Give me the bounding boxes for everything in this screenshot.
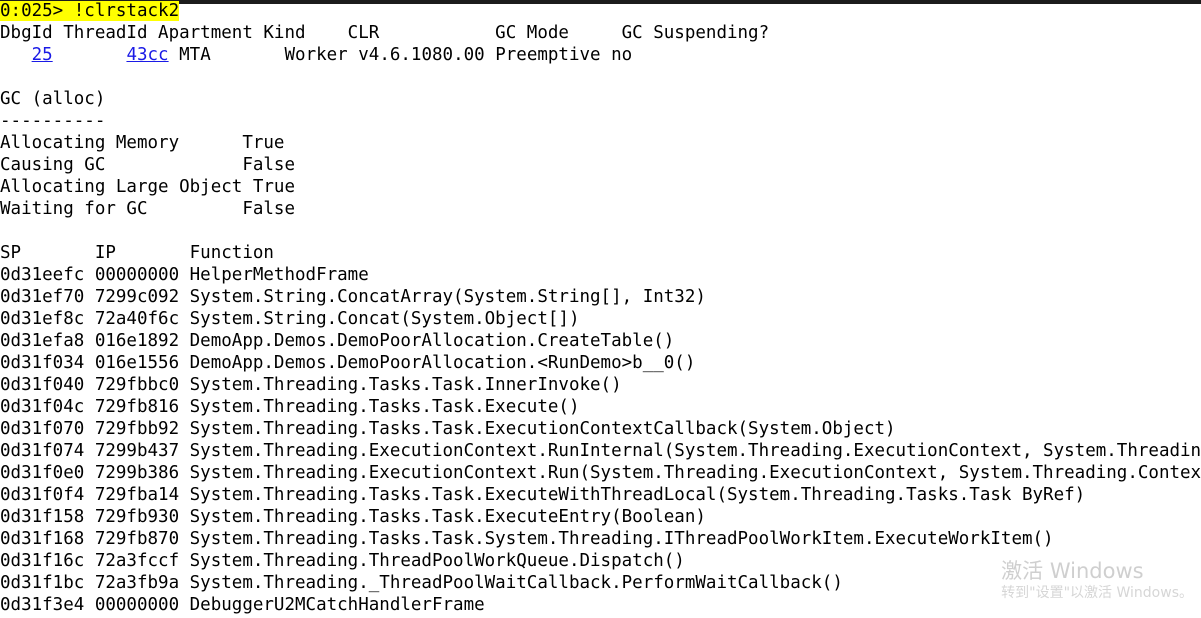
thread-row-gap bbox=[53, 45, 127, 65]
stack-frame-row: 0d31f1bc 72a3fb9a System.Threading._Thre… bbox=[0, 573, 843, 593]
stack-frame-row: 0d31f158 729fb930 System.Threading.Tasks… bbox=[0, 507, 706, 527]
thread-table-row: 25 43cc MTA Worker v4.6.1080.00 Preempti… bbox=[0, 44, 1201, 66]
stack-frame-row: 0d31f034 016e1556 DemoApp.Demos.DemoPoor… bbox=[0, 353, 696, 373]
stack-frame-row: 0d31f0f4 729fba14 System.Threading.Tasks… bbox=[0, 485, 1086, 505]
stack-frame-row: 0d31f040 729fbbc0 System.Threading.Tasks… bbox=[0, 375, 622, 395]
stack-frame-row: 0d31f3e4 00000000 DebuggerU2MCatchHandle… bbox=[0, 595, 485, 615]
stack-frame-row: 0d31efa8 016e1892 DemoApp.Demos.DemoPoor… bbox=[0, 331, 675, 351]
stack-frame-row: 0d31ef70 7299c092 System.String.ConcatAr… bbox=[0, 287, 706, 307]
gc-row-causing-gc: Causing GC False bbox=[0, 155, 296, 175]
stack-frame-row: 0d31f04c 729fb816 System.Threading.Tasks… bbox=[0, 397, 580, 417]
command-highlight[interactable]: 0:025> !clrstack2 bbox=[0, 1, 180, 21]
spacer-line-2 bbox=[0, 220, 1201, 242]
thread-row-rest: MTA Worker v4.6.1080.00 Preemptive no bbox=[168, 45, 633, 65]
threadid-link[interactable]: 43cc bbox=[126, 45, 168, 65]
stack-frame-row: 0d31f16c 72a3fccf System.Threading.Threa… bbox=[0, 551, 685, 571]
thread-table-header: DbgId ThreadId Apartment Kind CLR GC Mod… bbox=[0, 23, 770, 43]
gc-row-waiting-for-gc: Waiting for GC False bbox=[0, 199, 296, 219]
stack-frame-row: 0d31ef8c 72a40f6c System.String.Concat(S… bbox=[0, 309, 580, 329]
stack-frame-row: 0d31f0e0 7299b386 System.Threading.Execu… bbox=[0, 463, 1201, 483]
console-output-pane: 0:025> !clrstack2 DbgId ThreadId Apartme… bbox=[0, 0, 1201, 618]
stack-frame-row: 0d31eefc 00000000 HelperMethodFrame bbox=[0, 265, 369, 285]
terminal-text-area[interactable]: 0:025> !clrstack2 DbgId ThreadId Apartme… bbox=[0, 0, 1201, 616]
gc-section-rule: ---------- bbox=[0, 111, 106, 131]
command-echo-line: 0:025> !clrstack2 bbox=[0, 0, 1201, 22]
stack-table-header: SP IP Function bbox=[0, 243, 274, 263]
stack-frame-row: 0d31f168 729fb870 System.Threading.Tasks… bbox=[0, 529, 1054, 549]
spacer-line-1 bbox=[0, 66, 1201, 88]
stack-frame-row: 0d31f074 7299b437 System.Threading.Execu… bbox=[0, 441, 1201, 461]
stack-frame-row: 0d31f070 729fbb92 System.Threading.Tasks… bbox=[0, 419, 896, 439]
gc-row-allocating-memory: Allocating Memory True bbox=[0, 133, 285, 153]
gc-section-title: GC (alloc) bbox=[0, 89, 106, 109]
dbgid-link[interactable]: 25 bbox=[32, 45, 53, 65]
gc-row-allocating-large-object: Allocating Large Object True bbox=[0, 177, 296, 197]
thread-row-indent bbox=[0, 45, 32, 65]
